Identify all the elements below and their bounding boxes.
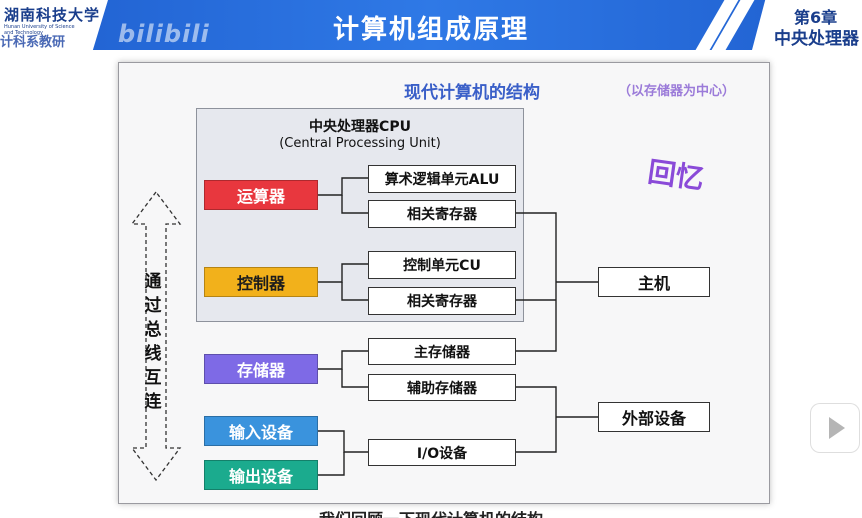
recall-stamp: 回忆 — [645, 155, 706, 196]
memory-component: 存储器 — [204, 354, 318, 384]
main-memory-box: 主存储器 — [368, 338, 516, 365]
cu-unit-box: 控制单元CU — [368, 251, 516, 279]
cpu-subtitle: (Central Processing Unit) — [279, 136, 441, 151]
control-component: 控制器 — [204, 267, 318, 297]
diagram-title: 现代计算机的结构 — [404, 83, 540, 103]
alu-component: 运算器 — [204, 180, 318, 210]
input-device-component: 输入设备 — [204, 416, 318, 446]
diagram-subtitle: （以存储器为中心） — [618, 84, 736, 99]
cu-registers-box: 相关寄存器 — [368, 287, 516, 315]
aux-memory-box: 辅助存储器 — [368, 374, 516, 401]
cpu-title: 中央处理器CPU — [309, 119, 411, 135]
video-caption: 我们回顾一下现代计算机的结构 — [0, 506, 862, 518]
host-group-box: 主机 — [598, 267, 710, 297]
page-title: 计算机组成原理 — [332, 15, 529, 45]
play-button[interactable] — [810, 403, 860, 453]
io-devices-box: I/O设备 — [368, 439, 516, 466]
peripherals-group-box: 外部设备 — [598, 402, 710, 432]
bus-interconnect-label: 通过总线互连 — [144, 272, 162, 412]
chapter-name: 中央处理器 — [774, 29, 859, 49]
alu-unit-box: 算术逻辑单元ALU — [368, 165, 516, 193]
alu-registers-box: 相关寄存器 — [368, 200, 516, 228]
output-device-component: 输出设备 — [204, 460, 318, 490]
